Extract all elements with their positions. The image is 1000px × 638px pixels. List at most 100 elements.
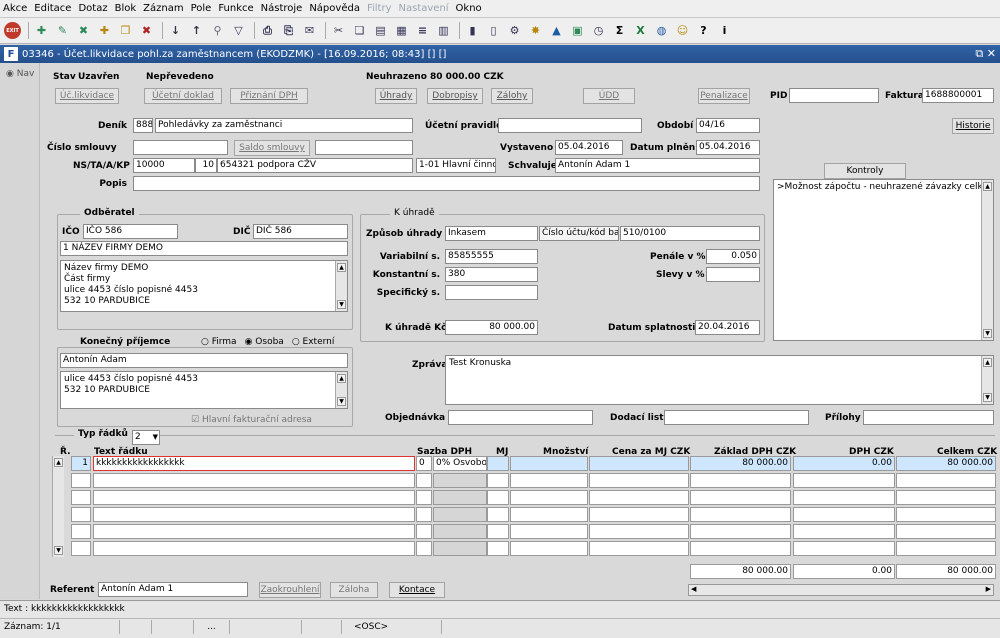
cell-r[interactable]: 1	[71, 456, 91, 471]
cell-mj[interactable]	[487, 490, 509, 505]
ns-field-3[interactable]: 654321 podpora CŽV	[217, 158, 413, 173]
cell-sazba-code[interactable]	[416, 541, 432, 556]
sort-asc-icon[interactable]: ↓	[167, 22, 184, 39]
cell-sazba-code[interactable]	[416, 490, 432, 505]
slevy-field[interactable]	[706, 267, 760, 282]
cell-celkem[interactable]: 80 000.00	[896, 456, 996, 471]
ns-field-4[interactable]: 1-01 Hlavní činnost	[416, 158, 496, 173]
cell-sazba[interactable]	[433, 541, 487, 556]
settings-icon[interactable]: ⚙	[506, 22, 523, 39]
nav-button[interactable]: ◉ Nav	[6, 69, 39, 79]
cell-cena[interactable]	[589, 473, 689, 488]
star-icon[interactable]: ✸	[527, 22, 544, 39]
typ-radku-select[interactable]: 2 ▼	[132, 430, 160, 445]
clipboard-icon[interactable]: ▦	[393, 22, 410, 39]
datum-splatnosti-field[interactable]: 20.04.2016	[695, 320, 760, 335]
cell-text[interactable]	[93, 507, 415, 522]
cell-mj[interactable]	[487, 473, 509, 488]
cislo-uctu-field[interactable]: 510/0100	[620, 226, 760, 241]
help-icon[interactable]: ?	[695, 22, 712, 39]
kontroly-textarea[interactable]: >Možnost zápočtu - neuhrazené závazky ce…	[773, 179, 994, 341]
prijemce-scrollbar[interactable]: ▲ ▼	[335, 372, 347, 408]
cell-zaklad[interactable]	[690, 524, 791, 539]
cell-mj[interactable]	[487, 507, 509, 522]
cell-zaklad[interactable]	[690, 473, 791, 488]
radio-firma[interactable]: ○ Firma	[201, 337, 237, 347]
sum-icon[interactable]: Σ	[611, 22, 628, 39]
cell-r[interactable]	[71, 507, 91, 522]
konstantni-field[interactable]: 380	[445, 267, 538, 282]
cell-cena[interactable]	[589, 507, 689, 522]
menu-item-4[interactable]: Záznam	[143, 3, 183, 14]
copy-icon[interactable]: ❏	[351, 22, 368, 39]
cell-cena[interactable]	[589, 541, 689, 556]
address-scrollbar[interactable]: ▲ ▼	[335, 261, 347, 311]
mail-icon[interactable]: ✉	[301, 22, 318, 39]
print-icon[interactable]: ⎙	[259, 22, 276, 39]
info-icon[interactable]: i	[716, 22, 733, 39]
k-uhrade-kc-field[interactable]: 80 000.00	[445, 320, 538, 335]
kontroly-button[interactable]: Kontroly	[824, 163, 906, 179]
menu-item-0[interactable]: Akce	[3, 3, 27, 14]
cell-mj[interactable]	[487, 541, 509, 556]
cell-zaklad[interactable]	[690, 507, 791, 522]
cell-r[interactable]	[71, 473, 91, 488]
menu-item-9[interactable]: Filtry	[367, 3, 392, 14]
udd-button[interactable]: ÚDD	[583, 88, 635, 104]
cell-mnozstvi[interactable]	[510, 524, 588, 539]
zprava-textarea[interactable]: Test Kronuska	[445, 355, 994, 405]
cell-r[interactable]	[71, 524, 91, 539]
cell-zaklad[interactable]: 80 000.00	[690, 456, 791, 471]
cell-celkem[interactable]	[896, 541, 996, 556]
pid-field[interactable]	[789, 88, 879, 103]
cell-dph[interactable]	[793, 524, 895, 539]
popis-field[interactable]	[133, 176, 760, 191]
cell-celkem[interactable]	[896, 473, 996, 488]
ucetni-doklad-button[interactable]: Účetní doklad	[144, 88, 222, 104]
delete-icon[interactable]: ✖	[75, 22, 92, 39]
cut-icon[interactable]: ✂	[330, 22, 347, 39]
ns-field-1[interactable]: 10000	[133, 158, 195, 173]
cell-mnozstvi[interactable]	[510, 473, 588, 488]
dobropisy-button[interactable]: Dobropisy	[427, 88, 483, 104]
faktura-field[interactable]: 1688800001	[922, 88, 994, 103]
cell-dph[interactable]: 0.00	[793, 456, 895, 471]
grid-horizontal-scrollbar[interactable]: ◀ ▶	[688, 584, 994, 596]
save-icon[interactable]: ✎	[54, 22, 71, 39]
menu-item-3[interactable]: Blok	[115, 3, 137, 14]
firma-name-field[interactable]: 1 NÁZEV FIRMY DEMO	[60, 241, 348, 256]
cell-cena[interactable]	[589, 524, 689, 539]
penale-field[interactable]: 0.050	[706, 249, 760, 264]
zaokrouhleni-button[interactable]: Zaokrouhlení	[259, 582, 321, 598]
grid-icon[interactable]: ▥	[435, 22, 452, 39]
cell-mnozstvi[interactable]	[510, 456, 588, 471]
radio-osoba[interactable]: ◉ Osoba	[245, 337, 284, 347]
menu-item-10[interactable]: Nastavení	[398, 3, 448, 14]
cell-text[interactable]: kkkkkkkkkkkkkkkkk	[93, 456, 415, 471]
schvaluje-field[interactable]: Antonín Adam 1	[555, 158, 760, 173]
priznani-dph-button[interactable]: Přiznání DPH	[230, 88, 308, 104]
saldo-field[interactable]	[315, 140, 413, 155]
firma-address-textarea[interactable]: Název firmy DEMO Část firmy ulice 4453 č…	[60, 260, 348, 312]
menu-item-11[interactable]: Okno	[456, 3, 482, 14]
cell-celkem[interactable]	[896, 490, 996, 505]
cell-cena[interactable]	[589, 456, 689, 471]
users-icon[interactable]: ☺	[674, 22, 691, 39]
cell-mnozstvi[interactable]	[510, 541, 588, 556]
cell-text[interactable]	[93, 524, 415, 539]
zprava-scrollbar[interactable]: ▲ ▼	[981, 356, 993, 404]
saldo-smlouvy-button[interactable]: Saldo smlouvy	[234, 140, 310, 156]
globe-icon[interactable]: ◍	[653, 22, 670, 39]
uc-likvidace-button[interactable]: Úč.likvidace	[55, 88, 119, 104]
cell-mnozstvi[interactable]	[510, 490, 588, 505]
prijemce-address-textarea[interactable]: ulice 4453 číslo popisné 4453 532 10 PAR…	[60, 371, 348, 409]
copy-record-icon[interactable]: ❐	[117, 22, 134, 39]
cell-sazba[interactable]: 0% Osvobo	[433, 456, 487, 471]
grid-vertical-scrollbar[interactable]: ▲ ▼	[52, 456, 64, 557]
exit-icon[interactable]: EXIT	[4, 22, 21, 39]
cell-mj[interactable]	[487, 524, 509, 539]
kontace-button[interactable]: Kontace	[389, 582, 445, 598]
denik-code-field[interactable]: 888	[133, 118, 153, 133]
cell-sazba[interactable]	[433, 490, 487, 505]
align-icon[interactable]: ≡	[414, 22, 431, 39]
